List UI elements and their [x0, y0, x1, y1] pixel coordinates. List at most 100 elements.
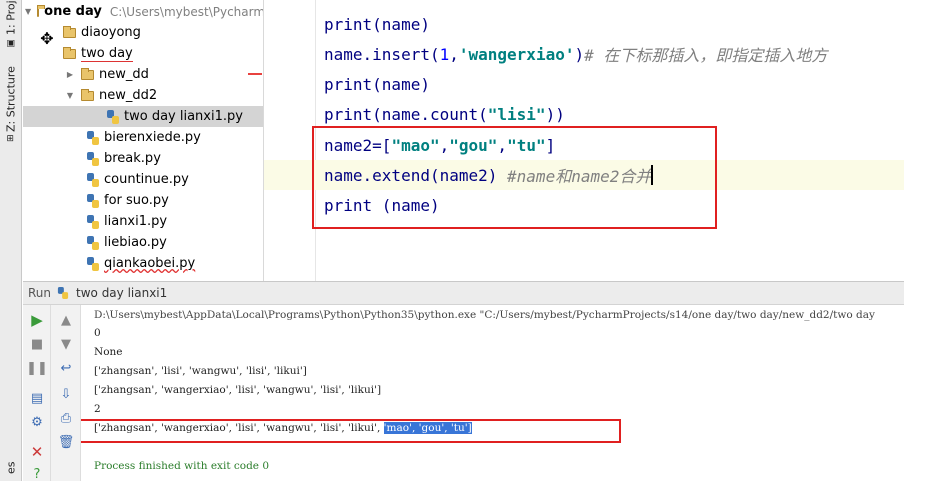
annotation-box-code [312, 126, 717, 229]
trash-icon[interactable]: 🗑 [57, 433, 75, 451]
code-number: 1 [439, 44, 450, 64]
console-exit-line: Process finished with exit code 0 [94, 459, 270, 472]
chevron-down-icon[interactable]: ▼ [65, 91, 75, 100]
code-comment: # 在下标那插入，即指定插入地方 [584, 46, 828, 65]
soft-wrap-icon[interactable]: ↩ [57, 359, 75, 377]
print-icon[interactable]: ⎙ [57, 409, 75, 427]
code-line-1[interactable]: print(name) [324, 9, 430, 39]
chevron-down-icon[interactable]: ▼ [25, 7, 31, 16]
tree-item-label: qiankaobei.py [104, 256, 196, 271]
tree-item-bierenxiede[interactable]: bierenxiede.py [23, 127, 263, 148]
tree-item-for-suo[interactable]: for suo.py [23, 190, 263, 211]
console-output-line: 2 [94, 402, 101, 415]
tree-item-lianxi1[interactable]: lianxi1.py [23, 211, 263, 232]
python-file-icon [57, 287, 69, 299]
project-tab-label: 1: Proj [4, 0, 18, 35]
code-text: )) [545, 104, 565, 124]
stop-icon[interactable]: ■ [28, 335, 46, 353]
folder-icon [37, 4, 46, 17]
tree-item-break[interactable]: break.py [23, 148, 263, 169]
tree-item-new-dd[interactable]: ▶ new_dd [23, 64, 263, 85]
code-text: , [449, 44, 459, 64]
arrow-up-icon[interactable]: ▲ [57, 311, 75, 329]
code-text: print(name) [324, 74, 430, 94]
tree-item-label: bierenxiede.py [104, 130, 201, 145]
annotation-box-output [81, 419, 621, 443]
structure-tool-tab[interactable]: ⊞ Z: Structure [1, 66, 21, 150]
code-text: ) [574, 44, 585, 64]
python-file-icon [107, 109, 119, 124]
right-margin [904, 0, 940, 481]
tree-item-two-day[interactable]: two day [23, 43, 263, 64]
run-config-tab[interactable]: two day lianxi1 [76, 286, 167, 300]
console-output-line: None [94, 345, 123, 358]
arrow-down-icon[interactable]: ▼ [57, 335, 75, 353]
chevron-right-icon[interactable]: ▶ [65, 70, 75, 79]
tree-item-countinue[interactable]: countinue.py [23, 169, 263, 190]
folder-icon [63, 46, 76, 59]
code-line-4[interactable]: print(name.count("lisi")) [324, 99, 565, 129]
code-editor[interactable]: print(name) name.insert(1,'wangerxiao') #… [263, 0, 904, 281]
project-icon: ▣ [6, 37, 16, 48]
run-toolbar-secondary: ▲ ▼ ↩ ⇩ ⎙ 🗑 [51, 305, 81, 481]
favorites-tool-tab[interactable]: es [1, 462, 21, 481]
move-cursor-icon: ✥ [40, 29, 54, 48]
tree-item-label: lianxi1.py [104, 214, 168, 229]
tree-item-label: two day lianxi1.py [124, 109, 243, 124]
restore-layout-icon[interactable]: ▤ [28, 389, 46, 407]
tree-item-label: new_dd2 [99, 88, 158, 103]
left-tool-strip: ▣ 1: Proj ⊞ Z: Structure es [0, 0, 22, 481]
tree-item-label: diaoyong [81, 25, 141, 40]
folder-icon [81, 67, 94, 80]
tree-item-label: two day [81, 45, 133, 62]
code-string: 'wangerxiao' [458, 44, 575, 64]
tree-root-path: C:\Users\mybest\Pycharm [109, 4, 263, 19]
tree-item-label: countinue.py [104, 172, 189, 187]
code-text: name.insert( [324, 44, 440, 64]
tree-item-label: new_dd [99, 67, 149, 82]
code-string: "lisi" [487, 104, 546, 124]
tree-root-one-day[interactable]: ▼ one day C:\Users\mybest\Pycharm [23, 1, 263, 22]
tree-item-label: liebiao.py [104, 235, 167, 250]
python-file-icon [87, 172, 99, 187]
error-stripe-mark [248, 73, 262, 75]
structure-tab-label: Z: Structure [4, 66, 18, 132]
console-output-line: ['zhangsan', 'wangerxiao', 'lisi', 'wang… [94, 383, 382, 396]
folder-icon [63, 25, 76, 38]
favorites-tab-label: es [4, 462, 18, 475]
tree-item-qiankaobei[interactable]: qiankaobei.py [23, 253, 263, 274]
tree-root-label: one day [44, 4, 102, 19]
python-file-icon [87, 214, 99, 229]
console-output-line: ['zhangsan', 'lisi', 'wangwu', 'lisi', '… [94, 364, 307, 377]
folder-icon [81, 88, 94, 101]
tree-item-liebiao[interactable]: liebiao.py [23, 232, 263, 253]
scroll-to-end-icon[interactable]: ⇩ [57, 385, 75, 403]
code-line-2[interactable]: name.insert(1,'wangerxiao') # 在下标那插入，即指定插… [324, 39, 827, 69]
tree-item-label: for suo.py [104, 193, 169, 208]
pause-icon[interactable]: ❚❚ [26, 359, 48, 377]
project-tree: ▼ one day C:\Users\mybest\Pycharm diaoyo… [23, 0, 263, 281]
run-toolbar-primary: ▶ ■ ❚❚ ▤ ⚙ ✕ ? [23, 305, 51, 481]
run-console[interactable]: D:\Users\mybest\AppData\Local\Programs\P… [81, 305, 904, 481]
python-file-icon [87, 256, 99, 271]
project-tool-tab[interactable]: ▣ 1: Proj [1, 0, 21, 48]
python-file-icon [87, 235, 99, 250]
tree-item-new-dd2[interactable]: ▼ new_dd2 [23, 85, 263, 106]
tree-item-label: break.py [104, 151, 161, 166]
structure-icon: ⊞ [6, 134, 16, 143]
rerun-icon[interactable]: ▶ [28, 311, 46, 329]
editor-gutter [264, 0, 316, 281]
code-text: print(name) [324, 14, 430, 34]
python-file-icon [87, 130, 99, 145]
python-file-icon [87, 193, 99, 208]
python-file-icon [87, 151, 99, 166]
help-icon[interactable]: ? [28, 465, 46, 481]
run-panel-title: Run [28, 286, 52, 300]
close-icon[interactable]: ✕ [28, 443, 46, 461]
code-line-3[interactable]: print(name) [324, 69, 430, 99]
console-output-line: 0 [94, 326, 101, 339]
tree-item-diaoyong[interactable]: diaoyong [23, 22, 263, 43]
console-command-line: D:\Users\mybest\AppData\Local\Programs\P… [94, 308, 875, 321]
tree-item-two-day-lianxi1[interactable]: two day lianxi1.py [23, 106, 263, 127]
code-text: print(name.count( [324, 104, 488, 124]
